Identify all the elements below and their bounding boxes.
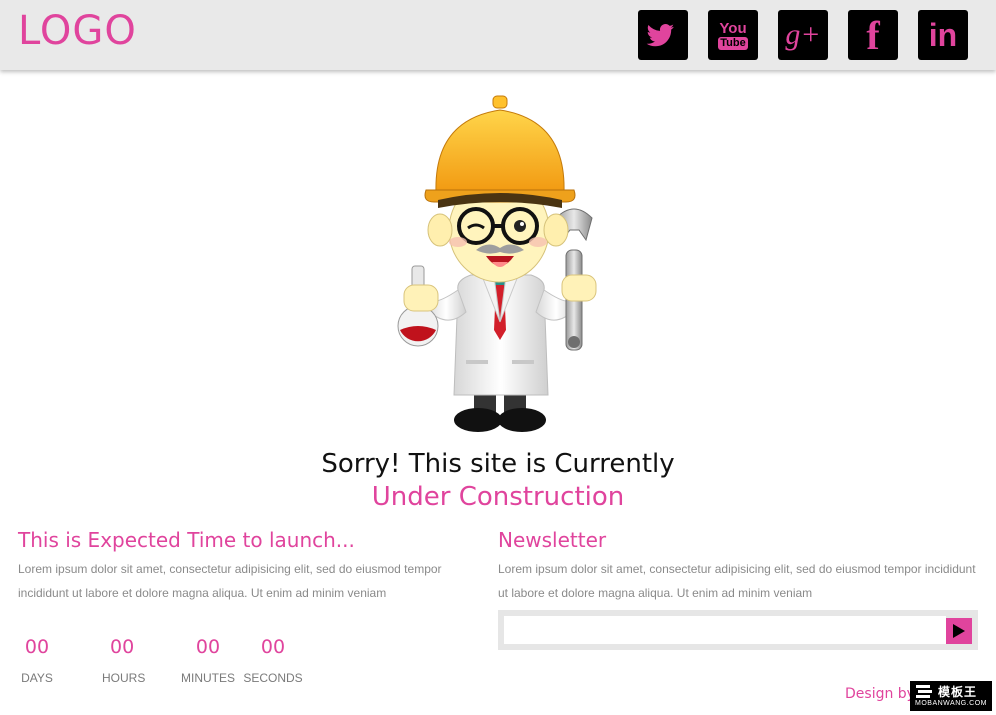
brand-name: 模板王: [938, 685, 978, 699]
google-plus-button[interactable]: g+: [778, 10, 828, 60]
facebook-button[interactable]: f: [848, 10, 898, 60]
countdown-seconds-value: 00: [260, 636, 286, 658]
sorry-headline: Sorry! This site is Currently: [321, 449, 675, 479]
twitter-button[interactable]: [638, 10, 688, 60]
countdown-minutes-value: 00: [195, 636, 221, 658]
brand-url: MOBANWANG.COM: [915, 700, 987, 707]
youtube-button[interactable]: You Tube: [708, 10, 758, 60]
play-arrow-icon: [953, 624, 965, 638]
site-logo[interactable]: LOGO: [18, 8, 137, 54]
newsletter-text: Lorem ipsum dolor sit amet, consectetur …: [498, 562, 976, 600]
launch-text: Lorem ipsum dolor sit amet, consectetur …: [18, 562, 442, 600]
linkedin-icon: in: [928, 16, 958, 53]
design-by-label: Design by: [845, 686, 915, 702]
facebook-icon: f: [866, 12, 880, 58]
newsletter-email-input[interactable]: [504, 616, 946, 644]
countdown-days-label: DAYS: [21, 671, 53, 685]
countdown-minutes-label: MINUTES: [181, 671, 235, 685]
countdown-seconds: 00 SECONDS: [240, 636, 306, 685]
youtube-icon-you: You: [719, 19, 747, 37]
newsletter-title: Newsletter: [498, 528, 607, 552]
newsletter-form: [498, 610, 978, 650]
countdown-days-value: 00: [24, 636, 50, 658]
countdown-days: 00 DAYS: [18, 636, 56, 685]
countdown-minutes: 00 MINUTES: [176, 636, 240, 685]
countdown-seconds-label: SECONDS: [243, 671, 303, 685]
countdown-hours-label: HOURS: [102, 671, 146, 685]
brand-badge[interactable]: 模板王 MOBANWANG.COM: [910, 681, 992, 711]
linkedin-button[interactable]: in: [918, 10, 968, 60]
brand-logo-icon: [916, 685, 932, 698]
countdown: 00 DAYS 00 HOURS 00 MINUTES 00 SECONDS: [18, 636, 306, 685]
twitter-icon: [646, 24, 675, 47]
countdown-hours-value: 00: [110, 636, 135, 658]
google-plus-icon: g+: [785, 18, 821, 51]
countdown-hours: 00 HOURS: [86, 636, 178, 685]
construction-worker-illustration: [397, 95, 597, 432]
under-construction-headline: Under Construction: [371, 482, 625, 512]
newsletter-submit-button[interactable]: [946, 618, 972, 644]
launch-title: This is Expected Time to launch...: [18, 528, 355, 552]
social-links: You Tube g+ f in: [638, 10, 968, 60]
site-header: LOGO You Tube g+ f in: [0, 0, 996, 70]
youtube-icon-tube: Tube: [718, 36, 748, 50]
